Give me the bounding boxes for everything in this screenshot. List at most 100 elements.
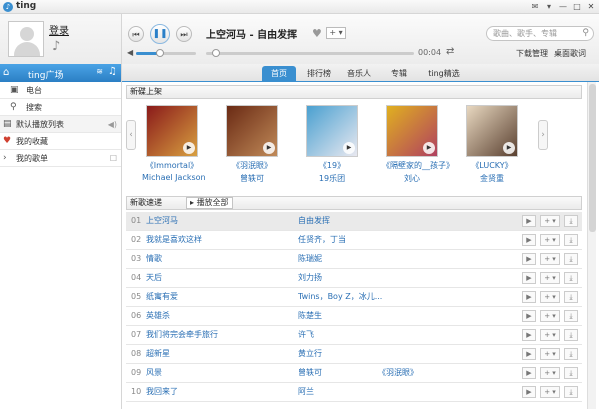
desktop-lyrics-link[interactable]: 桌面歌词 xyxy=(554,48,586,59)
song-name[interactable]: 英雄杀 xyxy=(146,307,170,325)
album-artist[interactable]: 刘心 xyxy=(382,173,442,184)
song-name[interactable]: 天后 xyxy=(146,269,162,287)
progress-knob[interactable] xyxy=(212,49,220,57)
add-icon[interactable]: + ▾ xyxy=(540,215,560,227)
tab-albums[interactable]: 专辑 xyxy=(382,66,416,82)
pause-button[interactable]: ❚❚ xyxy=(150,24,170,44)
song-name[interactable]: 超新星 xyxy=(146,345,170,363)
expand-icon[interactable]: › xyxy=(3,150,7,167)
avatar[interactable] xyxy=(8,21,44,57)
carousel-prev-button[interactable]: ‹ xyxy=(126,120,136,150)
song-name[interactable]: 情歌 xyxy=(146,250,162,268)
album-artist[interactable]: Michael Jackson xyxy=(142,173,206,182)
song-name[interactable]: 纸寓有爱 xyxy=(146,288,178,306)
sidebar-item-my-playlists[interactable]: › 我的歌单 ☐ xyxy=(0,150,121,167)
download-icon[interactable]: ⤓ xyxy=(564,291,578,303)
album-cover[interactable]: ▶ xyxy=(386,105,438,157)
download-icon[interactable]: ⤓ xyxy=(564,310,578,322)
song-row[interactable]: 02 我就是喜欢这样 任贤齐，丁当 ▶ + ▾ ⤓ xyxy=(126,231,582,250)
song-name[interactable]: 我就是喜欢这样 xyxy=(146,231,202,249)
play-icon[interactable]: ▶ xyxy=(503,142,515,154)
favorite-icon[interactable]: ♥ xyxy=(312,27,322,40)
download-icon[interactable]: ⤓ xyxy=(564,329,578,341)
maximize-button[interactable]: □ xyxy=(571,1,583,12)
add-icon[interactable]: + ▾ xyxy=(540,367,560,379)
download-icon[interactable]: ⤓ xyxy=(564,272,578,284)
tab-home[interactable]: 首页 xyxy=(262,66,296,82)
song-row[interactable]: 05 纸寓有爱 Twins，Boy Z，冰儿... ▶ + ▾ ⤓ xyxy=(126,288,582,307)
add-icon[interactable]: + ▾ xyxy=(540,386,560,398)
progress-slider[interactable] xyxy=(206,49,414,57)
volume-slider[interactable] xyxy=(136,49,196,57)
song-name[interactable]: 我回来了 xyxy=(146,383,178,401)
volume-icon[interactable]: ◀ xyxy=(127,48,133,57)
song-row[interactable]: 09 风景 曾轶可 《羽泯眼》 ▶ + ▾ ⤓ xyxy=(126,364,582,383)
album-card[interactable]: ▶ 《Immortal》 Michael Jackson xyxy=(142,105,206,182)
album-card[interactable]: ▶ 《羽泯眼》 曾轶可 xyxy=(222,105,282,184)
album-artist[interactable]: 19乐团 xyxy=(302,173,362,184)
album-title[interactable]: 《隔壁家的__孩子》 xyxy=(382,160,454,171)
play-icon[interactable]: ▶ xyxy=(522,291,536,303)
song-artist[interactable]: 曾轶可 xyxy=(298,364,322,382)
play-icon[interactable]: ▶ xyxy=(183,142,195,154)
scrollbar[interactable] xyxy=(587,82,596,409)
repeat-icon[interactable]: ⇄ xyxy=(446,46,454,57)
play-icon[interactable]: ▶ xyxy=(522,329,536,341)
tab-artists[interactable]: 音乐人 xyxy=(342,66,376,82)
skin-button[interactable]: ✉ xyxy=(529,1,541,12)
album-artist[interactable]: 曾轶可 xyxy=(222,173,282,184)
menu-dropdown-button[interactable]: ▾ xyxy=(543,1,555,12)
song-name[interactable]: 上空河马 xyxy=(146,212,178,230)
add-icon[interactable]: + ▾ xyxy=(540,329,560,341)
add-icon[interactable]: + ▾ xyxy=(540,291,560,303)
song-artist[interactable]: 许飞 xyxy=(298,326,314,344)
download-manager-link[interactable]: 下载管理 xyxy=(516,48,548,59)
album-card[interactable]: ▶ 《隔壁家的__孩子》 刘心 xyxy=(382,105,454,184)
song-name[interactable]: 风景 xyxy=(146,364,162,382)
album-card[interactable]: ▶ 《LUCKY》 金贤重 xyxy=(462,105,522,184)
sidebar-item-radio[interactable]: ▣ 电台 xyxy=(0,82,121,99)
sidebar-item-default-playlist[interactable]: ▤ 默认播放列表 ◀) xyxy=(0,116,121,133)
song-artist[interactable]: 陈楚生 xyxy=(298,307,322,325)
song-row[interactable]: 07 我们将完会牵手旅行 许飞 ▶ + ▾ ⤓ xyxy=(126,326,582,345)
album-card[interactable]: ▶ 《19》 19乐团 xyxy=(302,105,362,184)
sidebar-item-search[interactable]: ⚲ 搜索 xyxy=(0,99,121,116)
download-icon[interactable]: ⤓ xyxy=(564,367,578,379)
song-name[interactable]: 我们将完会牵手旅行 xyxy=(146,326,218,344)
search-input[interactable]: 歌曲、歌手、专辑 ⚲ xyxy=(486,26,594,41)
play-icon[interactable]: ▶ xyxy=(522,310,536,322)
song-row[interactable]: 08 超新星 黄立行 ▶ + ▾ ⤓ xyxy=(126,345,582,364)
add-icon[interactable]: + ▾ xyxy=(540,272,560,284)
song-row[interactable]: 01 上空河马 自由发挥 ▶ + ▾ ⤓ xyxy=(126,212,582,231)
new-playlist-icon[interactable]: ☐ xyxy=(110,150,117,167)
download-icon[interactable]: ⤓ xyxy=(564,234,578,246)
song-artist[interactable]: 黄立行 xyxy=(298,345,322,363)
song-artist[interactable]: 陈瑞妮 xyxy=(298,250,322,268)
play-icon[interactable]: ▶ xyxy=(522,253,536,265)
search-icon[interactable]: ⚲ xyxy=(582,27,589,40)
add-icon[interactable]: + ▾ xyxy=(540,310,560,322)
download-icon[interactable]: ⤓ xyxy=(564,253,578,265)
song-row[interactable]: 06 英雄杀 陈楚生 ▶ + ▾ ⤓ xyxy=(126,307,582,326)
next-button[interactable]: ⏭ xyxy=(176,26,192,42)
scrollbar-thumb[interactable] xyxy=(589,84,596,232)
download-icon[interactable]: ⤓ xyxy=(564,386,578,398)
song-artist[interactable]: 刘力扬 xyxy=(298,269,322,287)
play-icon[interactable]: ▶ xyxy=(522,215,536,227)
album-cover[interactable]: ▶ xyxy=(306,105,358,157)
play-icon[interactable]: ▶ xyxy=(522,234,536,246)
album-title[interactable]: 《Immortal》 xyxy=(142,160,202,171)
sidebar-item-favorites[interactable]: ♥ 我的收藏 xyxy=(0,133,121,150)
minimize-button[interactable]: — xyxy=(557,1,569,12)
album-cover[interactable]: ▶ xyxy=(146,105,198,157)
add-icon[interactable]: + ▾ xyxy=(540,253,560,265)
download-icon[interactable]: ⤓ xyxy=(564,348,578,360)
close-button[interactable]: ✕ xyxy=(585,1,597,12)
sidebar-header[interactable]: ⌂ ting广场 ≋ ♫ xyxy=(0,64,121,82)
album-cover[interactable]: ▶ xyxy=(466,105,518,157)
login-link[interactable]: 登录 xyxy=(49,22,69,37)
album-artist[interactable]: 金贤重 xyxy=(462,173,522,184)
play-icon[interactable]: ▶ xyxy=(522,272,536,284)
download-icon[interactable]: ⤓ xyxy=(564,215,578,227)
song-album[interactable]: 《羽泯眼》 xyxy=(378,364,418,382)
